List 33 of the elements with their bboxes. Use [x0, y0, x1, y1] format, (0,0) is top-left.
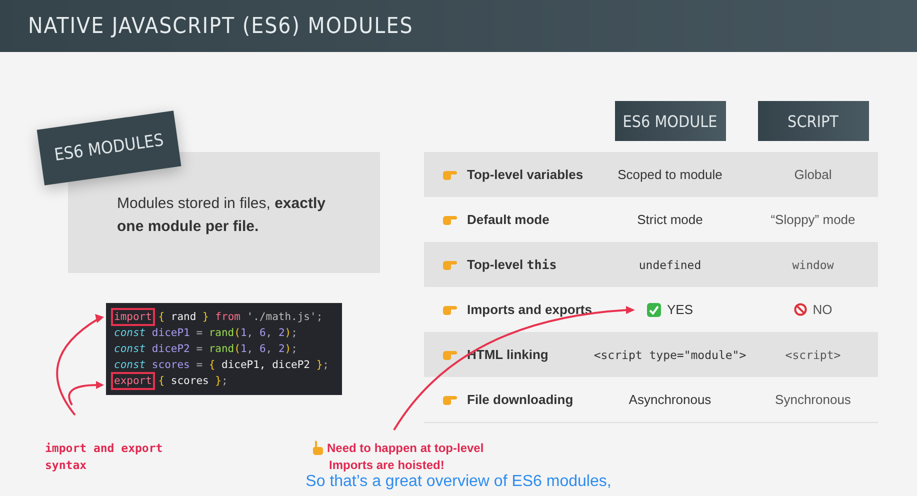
table-cell: window — [792, 258, 834, 272]
table-cell: Synchronous — [775, 392, 851, 407]
row-label: Imports and exports — [467, 302, 592, 317]
table-cell: <script> — [785, 348, 841, 362]
code-line: const diceP2 = rand(1, 6, 2); — [114, 342, 298, 357]
annotation-text: Need to happen at top-level — [327, 440, 484, 454]
annotation-text: Imports are hoisted! — [329, 458, 444, 472]
column-header: ES6 MODULE — [614, 101, 726, 141]
table-cell: Global — [794, 167, 832, 182]
table-cell: undefined — [638, 258, 702, 272]
table-cell: “Sloppy” mode — [770, 212, 856, 227]
column-header: SCRIPT — [758, 101, 868, 141]
table-cell: YES — [666, 302, 693, 317]
annotation-text: import and export syntax — [45, 440, 164, 474]
code-line: export { scores }; — [114, 373, 334, 389]
row-label: File downloading — [467, 392, 574, 407]
row-label: Top-level this — [467, 257, 557, 272]
subtitle-caption: So that’s a great overview of ES6 modules, — [306, 473, 612, 491]
table-cell: Strict mode — [637, 212, 703, 227]
row-label: Top-level variables — [467, 167, 584, 182]
code-line: const scores = { diceP1, diceP2 }; — [114, 358, 330, 373]
code-line: const diceP1 = rand(1, 6, 2); — [114, 326, 298, 341]
table-cell: Scoped to module — [618, 167, 722, 182]
table-cell: Asynchronous — [628, 392, 712, 407]
code-line: import { rand } from './math.js'; — [114, 309, 334, 325]
table-cell: <script type="module"> — [594, 348, 746, 362]
pointing-up-hand-icon — [311, 440, 323, 455]
prohibited-icon — [794, 303, 807, 316]
row-label: Default mode — [467, 212, 550, 227]
slide-title: NATIVE JAVASCRIPT (ES6) MODULES — [28, 14, 414, 38]
check-icon — [646, 302, 661, 316]
row-label: HTML linking — [467, 347, 548, 362]
table-cell: NO — [812, 302, 832, 317]
